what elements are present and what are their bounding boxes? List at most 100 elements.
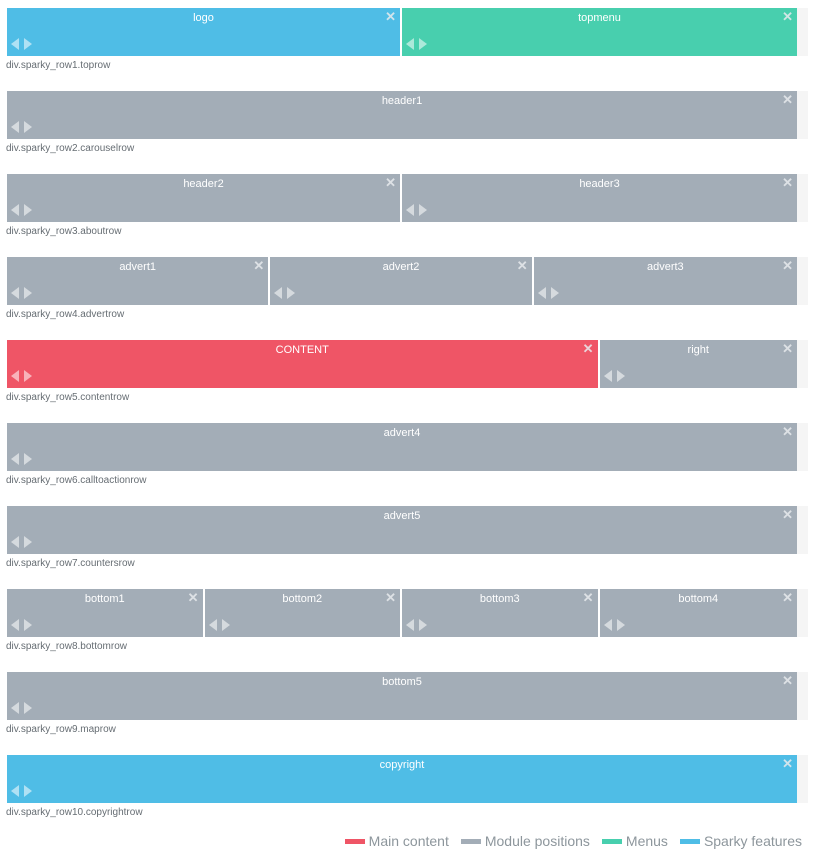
- layout-row: advert4 ✕ div.sparky_row6.calltoactionrow: [6, 423, 808, 506]
- module-position-logo[interactable]: logo ✕: [7, 8, 402, 56]
- row-positions: bottom1 ✕ bottom2 ✕ bottom3 ✕ bottom4 ✕: [7, 589, 808, 637]
- arrow-right-icon[interactable]: [24, 38, 32, 50]
- legend-swatch: [460, 838, 481, 844]
- arrow-right-icon[interactable]: [419, 619, 427, 631]
- module-position-bottom3[interactable]: bottom3 ✕: [402, 589, 600, 637]
- module-position-advert1[interactable]: advert1 ✕: [7, 257, 271, 305]
- arrow-right-icon[interactable]: [24, 453, 32, 465]
- row-handle[interactable]: [797, 506, 808, 554]
- close-icon[interactable]: ✕: [385, 590, 396, 606]
- close-icon[interactable]: ✕: [253, 258, 264, 274]
- module-position-advert3[interactable]: advert3 ✕: [533, 257, 797, 305]
- position-title: bottom2: [282, 593, 323, 605]
- module-position-bottom1[interactable]: bottom1 ✕: [7, 589, 205, 637]
- module-position-content[interactable]: CONTENT ✕: [7, 340, 600, 388]
- arrow-right-icon[interactable]: [24, 204, 32, 216]
- arrow-right-icon[interactable]: [24, 121, 32, 133]
- arrow-left-icon[interactable]: [603, 370, 612, 382]
- row-handle[interactable]: [797, 174, 808, 222]
- arrow-right-icon[interactable]: [550, 287, 559, 299]
- row-selector-label: div.sparky_row2.carouselrow: [6, 143, 135, 154]
- module-position-advert5[interactable]: advert5 ✕: [7, 506, 797, 554]
- position-title: advert2: [382, 261, 420, 273]
- arrow-right-icon[interactable]: [221, 619, 230, 631]
- arrow-right-icon[interactable]: [419, 38, 427, 50]
- close-icon[interactable]: ✕: [782, 175, 793, 191]
- arrow-left-icon[interactable]: [11, 702, 19, 714]
- row-handle[interactable]: [797, 423, 808, 471]
- module-position-header3[interactable]: header3 ✕: [402, 174, 797, 222]
- arrow-left-icon[interactable]: [406, 619, 414, 631]
- row-positions: advert5 ✕: [7, 506, 808, 554]
- row-handle[interactable]: [797, 672, 808, 720]
- row-positions: CONTENT ✕ right ✕: [7, 340, 808, 388]
- close-icon[interactable]: ✕: [782, 756, 793, 772]
- row-selector-label: div.sparky_row4.advertrow: [6, 309, 125, 320]
- arrow-left-icon[interactable]: [11, 619, 19, 631]
- arrow-right-icon[interactable]: [616, 370, 625, 382]
- row-handle[interactable]: [797, 257, 808, 305]
- arrow-right-icon[interactable]: [616, 619, 625, 631]
- module-position-header2[interactable]: header2 ✕: [7, 174, 402, 222]
- row-handle[interactable]: [797, 8, 808, 56]
- row-handle[interactable]: [797, 91, 808, 139]
- arrow-left-icon[interactable]: [274, 287, 283, 299]
- arrow-left-icon[interactable]: [11, 785, 19, 797]
- row-handle[interactable]: [797, 340, 808, 388]
- arrow-right-icon[interactable]: [24, 287, 32, 299]
- row-selector-label: div.sparky_row6.calltoactionrow: [6, 475, 147, 486]
- arrow-left-icon[interactable]: [11, 370, 19, 382]
- arrow-left-icon[interactable]: [406, 204, 414, 216]
- legend-item-sparky-features: Sparky features: [679, 833, 802, 849]
- close-icon[interactable]: ✕: [188, 590, 199, 606]
- module-position-bottom5[interactable]: bottom5 ✕: [7, 672, 797, 720]
- close-icon[interactable]: ✕: [782, 341, 793, 357]
- arrow-left-icon[interactable]: [603, 619, 612, 631]
- close-icon[interactable]: ✕: [385, 9, 396, 25]
- close-icon[interactable]: ✕: [517, 258, 528, 274]
- close-icon[interactable]: ✕: [583, 341, 594, 357]
- legend: Main content Module positions Menus Sparky …: [344, 833, 802, 849]
- module-position-header1[interactable]: header1 ✕: [7, 91, 797, 139]
- module-position-bottom4[interactable]: bottom4 ✕: [599, 589, 797, 637]
- module-position-advert4[interactable]: advert4 ✕: [7, 423, 797, 471]
- row-handle[interactable]: [797, 755, 808, 803]
- arrow-right-icon[interactable]: [24, 536, 32, 548]
- close-icon[interactable]: ✕: [782, 590, 793, 606]
- module-position-right[interactable]: right ✕: [599, 340, 797, 388]
- arrow-left-icon[interactable]: [11, 453, 19, 465]
- layout-row: copyright ✕ div.sparky_row10.copyrightrow: [6, 755, 808, 838]
- close-icon[interactable]: ✕: [782, 673, 793, 689]
- close-icon[interactable]: ✕: [782, 9, 793, 25]
- module-position-topmenu[interactable]: topmenu ✕: [402, 8, 797, 56]
- arrow-left-icon[interactable]: [11, 287, 19, 299]
- arrow-left-icon[interactable]: [11, 204, 19, 216]
- row-handle[interactable]: [797, 589, 808, 637]
- close-icon[interactable]: ✕: [583, 590, 594, 606]
- module-position-bottom2[interactable]: bottom2 ✕: [204, 589, 402, 637]
- arrow-left-icon[interactable]: [11, 121, 19, 133]
- arrow-left-icon[interactable]: [406, 38, 414, 50]
- close-icon[interactable]: ✕: [385, 175, 396, 191]
- module-position-advert2[interactable]: advert2 ✕: [270, 257, 534, 305]
- close-icon[interactable]: ✕: [782, 424, 793, 440]
- row-positions: header2 ✕ header3 ✕: [7, 174, 808, 222]
- arrow-left-icon[interactable]: [208, 619, 217, 631]
- arrow-left-icon[interactable]: [537, 287, 546, 299]
- close-icon[interactable]: ✕: [782, 92, 793, 108]
- module-position-copyright[interactable]: copyright ✕: [7, 755, 797, 803]
- close-icon[interactable]: ✕: [782, 258, 793, 274]
- arrow-left-icon[interactable]: [11, 38, 19, 50]
- arrow-right-icon[interactable]: [24, 619, 32, 631]
- row-selector-label: div.sparky_row7.countersrow: [6, 558, 135, 569]
- arrow-right-icon[interactable]: [287, 287, 296, 299]
- arrow-right-icon[interactable]: [24, 370, 32, 382]
- arrow-right-icon[interactable]: [24, 702, 32, 714]
- resize-arrows: [11, 287, 32, 299]
- arrow-right-icon[interactable]: [419, 204, 427, 216]
- arrow-left-icon[interactable]: [11, 536, 19, 548]
- close-icon[interactable]: ✕: [782, 507, 793, 523]
- resize-arrows: [274, 287, 296, 299]
- layout-row: CONTENT ✕ right ✕ div.sparky_row5.contentrow: [6, 340, 808, 423]
- arrow-right-icon[interactable]: [24, 785, 32, 797]
